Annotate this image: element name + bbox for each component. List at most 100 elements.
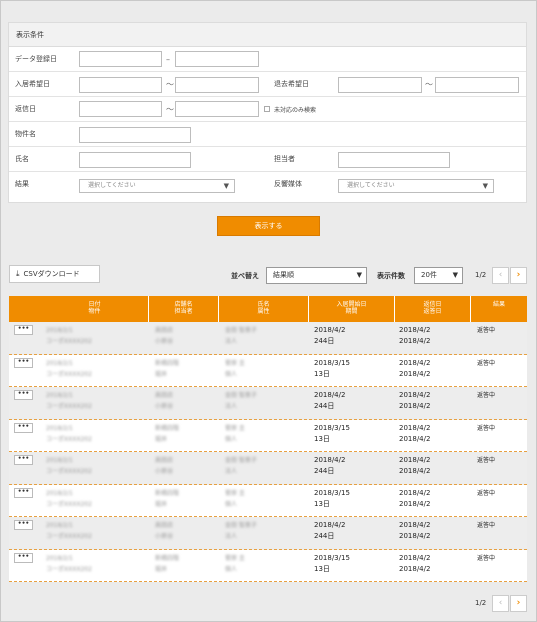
movein-period-cell: 2018/4/2 244日 bbox=[314, 326, 346, 345]
prev-page-button-top[interactable]: ‹ bbox=[492, 267, 509, 284]
row-more-button[interactable]: ••• bbox=[14, 552, 33, 563]
row-more-button[interactable]: ••• bbox=[14, 487, 33, 498]
result-select-value: 選択してください bbox=[88, 182, 136, 189]
header-result: 結果 bbox=[492, 301, 505, 308]
count-select[interactable]: 20件 ▼ bbox=[414, 267, 463, 284]
date-property-cell: 2018/2/1 コーポXXXX202 bbox=[46, 424, 92, 443]
result-cell: 返答中 bbox=[477, 522, 496, 529]
staff-input[interactable] bbox=[338, 152, 450, 168]
reply-date-to-input[interactable] bbox=[175, 101, 259, 117]
label-property: 物件名 bbox=[15, 130, 36, 138]
movein-period-cell: 2018/4/2 244日 bbox=[314, 456, 346, 475]
app-frame: 表示条件 データ登録日 – 入居希望日 〜 退去希望日 〜 返信日 〜 未対応の… bbox=[0, 0, 537, 622]
row-more-button[interactable]: ••• bbox=[14, 422, 33, 433]
table-body: ••• 2018/2/1 コーポXXXX202 高田店 小原谷 金田 智恵子 法人 2018/… bbox=[9, 322, 527, 582]
caret-down-icon: ▼ bbox=[452, 271, 458, 279]
conditions-title: 表示条件 bbox=[9, 23, 526, 47]
csv-download-button[interactable]: ⤓ CSVダウンロード bbox=[9, 265, 100, 283]
store-staff-cell: 新橋四階 堀井 bbox=[155, 489, 180, 508]
table-row: ••• 2018/2/1 コーポXXXX202 新橋四階 堀井 菅原 圭個人 2018/3/… bbox=[9, 354, 527, 387]
range-separator: 〜 bbox=[425, 80, 433, 89]
name-attribute-cell: 金田 智恵子 法人 bbox=[225, 457, 257, 475]
table-row: ••• 2018/2/1 コーポXXXX202 高田店 小原谷 金田 智恵子 法人 2018/… bbox=[9, 517, 527, 550]
label-move-out: 退去希望日 bbox=[274, 80, 309, 88]
table-row: ••• 2018/2/1 コーポXXXX202 高田店 小原谷 金田 智恵子 法人 2018/… bbox=[9, 452, 527, 485]
range-separator: 〜 bbox=[166, 80, 174, 89]
name-attribute-cell: 菅原 圭個人 bbox=[225, 359, 245, 378]
row-move-in: 入居希望日 〜 退去希望日 〜 bbox=[9, 72, 526, 97]
label-staff: 担当者 bbox=[274, 155, 295, 163]
range-separator: – bbox=[166, 55, 170, 64]
pager-status-top: 1/2 bbox=[475, 271, 487, 279]
header-movein-period: 入居開始日 期間 bbox=[309, 296, 395, 322]
label-media: 反響媒体 bbox=[274, 180, 302, 188]
header-reply-response: 返信日 返答日 bbox=[395, 296, 471, 322]
reply-response-cell: 2018/4/2 2018/4/2 bbox=[399, 358, 431, 378]
label-move-in: 入居希望日 bbox=[15, 80, 50, 88]
row-more-button[interactable]: ••• bbox=[14, 325, 33, 335]
movein-period-cell: 2018/4/2 244日 bbox=[314, 521, 346, 540]
reply-date-from-input[interactable] bbox=[79, 101, 162, 117]
next-page-button-top[interactable]: › bbox=[510, 267, 527, 284]
data-date-to-input[interactable] bbox=[175, 51, 259, 67]
media-select-value: 選択してください bbox=[347, 182, 395, 189]
reply-response-cell: 2018/4/2 2018/4/2 bbox=[399, 423, 431, 443]
pager-status-bottom: 1/2 bbox=[475, 599, 487, 607]
row-property: 物件名 bbox=[9, 122, 526, 147]
movein-period-cell: 2018/4/2 244日 bbox=[314, 391, 346, 410]
result-cell: 返答中 bbox=[477, 489, 496, 497]
result-cell: 返答中 bbox=[477, 424, 496, 432]
next-page-button-bottom[interactable]: › bbox=[510, 595, 527, 612]
label-name: 氏名 bbox=[15, 155, 29, 163]
caret-down-icon: ▼ bbox=[223, 182, 229, 190]
date-property-cell: 2018/2/1 コーポXXXX202 bbox=[46, 522, 92, 540]
label-reply-date: 返信日 bbox=[15, 105, 36, 113]
data-date-from-input[interactable] bbox=[79, 51, 162, 67]
sort-select[interactable]: 結果順 ▼ bbox=[266, 267, 367, 284]
move-in-to-input[interactable] bbox=[175, 77, 259, 93]
csv-download-label: CSVダウンロード bbox=[23, 270, 80, 278]
prev-page-button-bottom[interactable]: ‹ bbox=[492, 595, 509, 612]
move-in-from-input[interactable] bbox=[79, 77, 162, 93]
caret-down-icon: ▼ bbox=[482, 182, 488, 190]
row-more-button[interactable]: ••• bbox=[14, 390, 33, 400]
name-attribute-cell: 金田 智恵子 法人 bbox=[225, 327, 257, 345]
property-input[interactable] bbox=[79, 127, 191, 143]
unresolved-only-checkbox[interactable] bbox=[264, 106, 270, 112]
move-out-to-input[interactable] bbox=[435, 77, 519, 93]
date-property-cell: 2018/2/1 コーポXXXX202 bbox=[46, 489, 92, 508]
label-data-date: データ登録日 bbox=[15, 55, 57, 63]
reply-response-cell: 2018/4/2 2018/4/2 bbox=[399, 488, 431, 508]
name-input[interactable] bbox=[79, 152, 191, 168]
row-more-button[interactable]: ••• bbox=[14, 520, 33, 530]
result-select[interactable]: 選択してください ▼ bbox=[79, 179, 235, 193]
name-attribute-cell: 菅原 圭個人 bbox=[225, 554, 245, 573]
range-separator: 〜 bbox=[166, 105, 174, 114]
name-attribute-cell: 菅原 圭個人 bbox=[225, 424, 245, 443]
count-label: 表示件数 bbox=[377, 272, 405, 280]
media-select[interactable]: 選択してください ▼ bbox=[338, 179, 494, 193]
row-reply-date: 返信日 〜 未対応のみ検索 bbox=[9, 97, 526, 122]
row-result: 結果 選択してください ▼ 反響媒体 選択してください ▼ bbox=[9, 172, 526, 197]
reply-response-cell: 2018/4/2 2018/4/2 bbox=[399, 521, 431, 540]
header-date-property: 日付 物件 bbox=[41, 296, 149, 322]
reply-response-cell: 2018/4/2 2018/4/2 bbox=[399, 553, 431, 573]
store-staff-cell: 高田店 小原谷 bbox=[155, 392, 174, 410]
header-name-attribute: 氏名 属性 bbox=[219, 296, 309, 322]
header-store-staff: 店舗名 担当者 bbox=[149, 296, 219, 322]
result-cell: 返答中 bbox=[477, 327, 496, 334]
row-more-button[interactable]: ••• bbox=[14, 455, 33, 465]
row-more-button[interactable]: ••• bbox=[14, 357, 33, 368]
search-conditions-panel: 表示条件 データ登録日 – 入居希望日 〜 退去希望日 〜 返信日 〜 未対応の… bbox=[8, 22, 527, 203]
row-name: 氏名 担当者 bbox=[9, 147, 526, 172]
row-data-date: データ登録日 – bbox=[9, 47, 526, 72]
name-attribute-cell: 金田 智恵子 法人 bbox=[225, 392, 257, 410]
table-row: ••• 2018/2/1 コーポXXXX202 新橋四階 堀井 菅原 圭個人 2018/3/… bbox=[9, 419, 527, 452]
move-out-from-input[interactable] bbox=[338, 77, 422, 93]
store-staff-cell: 新橋四階 堀井 bbox=[155, 424, 180, 443]
caret-down-icon: ▼ bbox=[356, 271, 362, 279]
show-button[interactable]: 表示する bbox=[217, 216, 320, 236]
result-cell: 返答中 bbox=[477, 392, 496, 399]
unresolved-only-label: 未対応のみ検索 bbox=[274, 107, 317, 114]
date-property-cell: 2018/2/1 コーポXXXX202 bbox=[46, 327, 92, 345]
